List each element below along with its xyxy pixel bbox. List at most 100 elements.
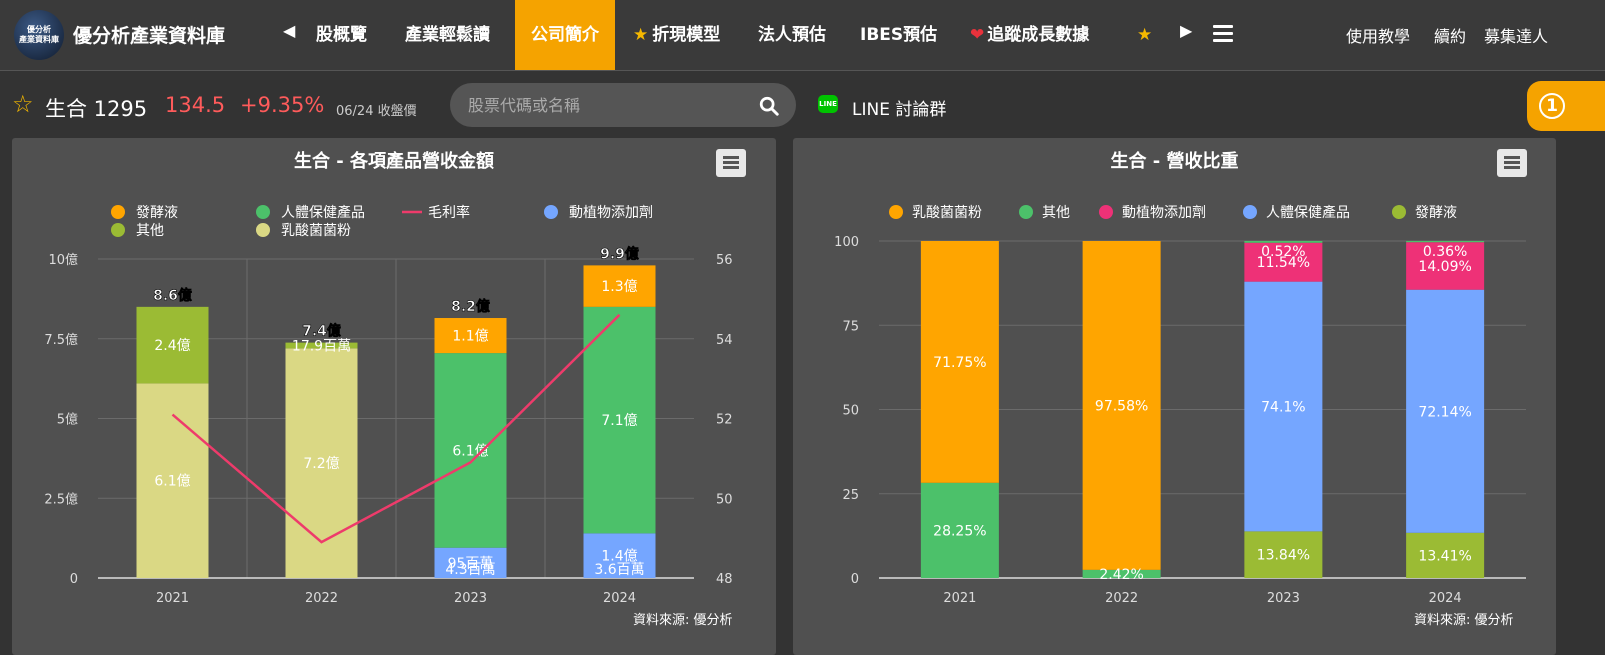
bar-data-label: 6.1億 xyxy=(154,474,190,490)
star-icon: ★ xyxy=(633,25,649,45)
revenue-amount-chart: 發酵液 人體保健產品 毛利率 動植物添加劑其他 乳酸菌菌粉 0 2.5億 5億 7.5億 10億 4… xyxy=(44,204,733,606)
legend-label: 乳酸菌菌粉 xyxy=(281,223,351,239)
tutorial-link[interactable]: 使用教學 xyxy=(1346,23,1410,47)
y2-tick-label: 48 xyxy=(716,572,733,587)
revenue-share-chart: 乳酸菌菌粉 其他 動植物添加劑 人體保健產品 發酵液 0 25 50 75 100 28.25% 71… xyxy=(834,204,1526,606)
nav-item-company-profile[interactable]: 公司簡介 xyxy=(515,0,615,70)
x-tick-label: 2021 xyxy=(943,591,976,606)
x-tick-label: 2024 xyxy=(1429,591,1462,606)
y2-tick-label: 52 xyxy=(716,413,733,428)
line-icon[interactable]: LINE xyxy=(818,95,838,113)
nav-item-institutional-estimate[interactable]: 法人預估 xyxy=(758,0,826,70)
site-title[interactable]: 優分析產業資料庫 xyxy=(73,21,225,48)
x-tick-label: 2022 xyxy=(1105,591,1138,606)
chart-source: 資料來源: 優分析 xyxy=(1414,613,1514,628)
legend-marker xyxy=(544,205,558,219)
chart-source: 資料來源: 優分析 xyxy=(633,613,733,628)
y-tick-label: 75 xyxy=(842,319,859,334)
favorite-star-icon[interactable]: ☆ xyxy=(12,90,34,118)
nav-label: 公司簡介 xyxy=(531,25,599,45)
search-input[interactable] xyxy=(450,83,796,127)
nav-label: 產業輕鬆讀 xyxy=(405,25,490,45)
bar-data-label: 71.75% xyxy=(933,355,986,371)
nav-label: 追蹤成長數據 xyxy=(987,25,1090,45)
bar-data-label: 7.2億 xyxy=(303,456,339,472)
line-group-link[interactable]: LINE 討論群 xyxy=(852,95,946,120)
legend-label: 其他 xyxy=(136,223,164,239)
nav-label: 法人預估 xyxy=(758,25,826,45)
y2-tick-label: 56 xyxy=(716,253,733,268)
bar-data-label: 97.58% xyxy=(1095,398,1148,414)
y-tick-label: 10億 xyxy=(48,252,78,268)
legend-marker xyxy=(1243,205,1257,219)
nav-next-arrow-icon[interactable]: ▶ xyxy=(1180,21,1192,40)
legend-marker xyxy=(111,223,125,237)
bar-data-label: 74.1% xyxy=(1261,400,1305,416)
nav-label: IBES預估 xyxy=(860,25,938,45)
nav-item-ibes-estimate[interactable]: IBES預估 xyxy=(860,0,937,70)
legend-marker xyxy=(256,205,270,219)
legend-label: 人體保健產品 xyxy=(1266,204,1350,221)
search-icon[interactable] xyxy=(758,95,780,117)
bar-total-label: 7.4億 xyxy=(302,323,341,340)
logo-text-line1: 優分析 xyxy=(27,25,51,34)
y-tick-label: 2.5億 xyxy=(44,491,78,507)
y-tick-label: 25 xyxy=(842,488,859,503)
y-tick-label: 100 xyxy=(834,235,859,250)
renew-link[interactable]: 續約 xyxy=(1434,23,1466,47)
y2-tick-label: 54 xyxy=(716,333,733,348)
x-tick-label: 2022 xyxy=(305,591,338,606)
legend-marker xyxy=(111,205,125,219)
y-tick-label: 5億 xyxy=(57,412,78,428)
x-tick-label: 2023 xyxy=(454,591,487,606)
bar-data-label: 4.3百萬 xyxy=(445,562,495,578)
stock-name: 生合 1295 xyxy=(45,97,148,121)
legend-label: 其他 xyxy=(1042,205,1070,221)
legend-marker xyxy=(1392,205,1406,219)
y2-tick-label: 50 xyxy=(716,492,733,507)
bar-data-label: 7.1億 xyxy=(601,413,637,429)
bar-data-label: 72.14% xyxy=(1418,404,1471,420)
stock-change: +9.35% xyxy=(240,93,325,117)
bar-data-label: 13.41% xyxy=(1418,548,1471,564)
legend-label: 人體保健產品 xyxy=(281,204,365,221)
nav-item-stock-overview[interactable]: 股概覽 xyxy=(316,0,367,70)
bar-data-label: 14.09% xyxy=(1418,259,1471,275)
y-tick-label: 7.5億 xyxy=(44,332,78,348)
nav-label: 股概覽 xyxy=(316,25,367,45)
bar-data-label: 2.42% xyxy=(1099,567,1143,583)
nav-item-industry-read[interactable]: 產業輕鬆讀 xyxy=(405,0,490,70)
bar-total-label: 8.2億 xyxy=(451,298,490,315)
logo-text-line2: 產業資料庫 xyxy=(19,35,59,44)
legend-marker xyxy=(889,205,903,219)
menu-icon[interactable] xyxy=(1213,25,1233,42)
legend-label: 動植物添加劑 xyxy=(569,204,653,221)
bar-segment xyxy=(1406,241,1485,243)
master-link[interactable]: 募集達人 xyxy=(1484,23,1548,47)
x-tick-label: 2023 xyxy=(1267,591,1300,606)
bar-data-label: 17.9百萬 xyxy=(292,338,351,354)
bar-data-label: 3.6百萬 xyxy=(594,562,644,578)
x-tick-label: 2024 xyxy=(603,591,636,606)
nav-prev-arrow-icon[interactable]: ◀ xyxy=(283,21,295,40)
notification-count: 1 xyxy=(1539,93,1565,119)
y-tick-label: 50 xyxy=(842,404,859,419)
notification-button[interactable]: 1 xyxy=(1527,81,1605,131)
x-tick-label: 2021 xyxy=(156,591,189,606)
site-logo[interactable]: 優分析 產業資料庫 xyxy=(14,10,64,60)
bar-data-label: 13.84% xyxy=(1257,548,1310,564)
legend-marker xyxy=(1099,205,1113,219)
bar-total-label: 8.6億 xyxy=(153,287,192,304)
bar-data-label: 28.25% xyxy=(933,523,986,539)
stock-date: 06/24 收盤價 xyxy=(336,104,417,119)
nav-item-dcf-model[interactable]: ★ 折現模型 xyxy=(633,0,720,70)
y-tick-label: 0 xyxy=(70,572,78,587)
nav-item-starred[interactable]: ★ xyxy=(1137,0,1156,70)
bar-segment xyxy=(1244,241,1323,243)
bar-data-label: 1.3億 xyxy=(601,279,637,295)
legend-label: 發酵液 xyxy=(136,205,178,221)
top-nav: 優分析 產業資料庫 優分析產業資料庫 ◀ 股概覽 產業輕鬆讀 公司簡介 ★ 折現模… xyxy=(0,0,1605,71)
bar-data-label: 0.36% xyxy=(1423,244,1467,260)
legend-marker xyxy=(256,223,270,237)
nav-item-growth-tracking[interactable]: ❤ 追蹤成長數據 xyxy=(970,0,1089,70)
